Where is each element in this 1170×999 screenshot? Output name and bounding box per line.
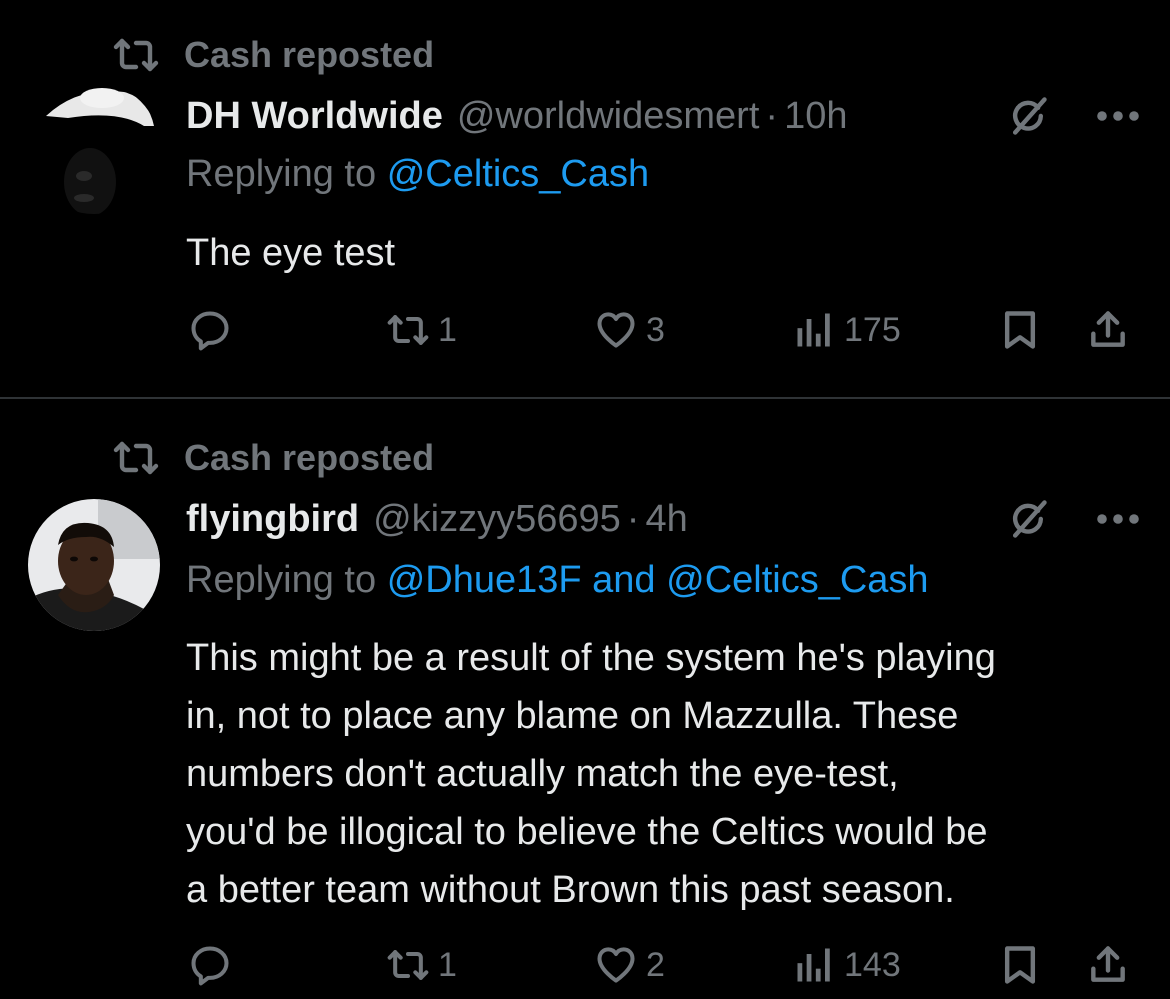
repost-button[interactable]: 1: [386, 943, 457, 987]
action-bar: 1 3 175: [186, 308, 1140, 358]
bookmark-icon: [1004, 946, 1036, 984]
bookmark-button[interactable]: [998, 943, 1042, 987]
repost-count: 1: [438, 310, 457, 349]
repost-label: Cash reposted: [184, 437, 435, 478]
views-button[interactable]: 175: [792, 308, 901, 352]
repost-icon: [387, 315, 429, 345]
tweet-text-line: you'd be illogical to believe the Celtic…: [186, 811, 988, 853]
user-handle[interactable]: @kizzyy56695: [373, 498, 621, 541]
heart-icon: [597, 947, 635, 983]
tweet-header: flyingbird @kizzyy56695 · 4h: [186, 497, 1140, 541]
share-icon: [1091, 946, 1125, 982]
replying-to: Replying to @Dhue13F and @Celtics_Cash: [186, 559, 929, 602]
like-button[interactable]: 3: [594, 308, 665, 352]
timestamp[interactable]: 10h: [784, 95, 847, 138]
repost-icon: [113, 38, 159, 72]
like-count: 3: [646, 310, 665, 349]
repost-context: Cash reposted: [112, 34, 434, 76]
user-handle[interactable]: @worldwidesmert: [457, 95, 760, 138]
like-button[interactable]: 2: [594, 943, 665, 987]
bookmark-button[interactable]: [998, 308, 1042, 352]
tweet-text-line: This might be a result of the system he'…: [186, 637, 996, 679]
replying-prefix: Replying to: [186, 559, 377, 601]
tweet-header: DH Worldwide @worldwidesmert · 10h: [186, 94, 1140, 138]
tweet-text-line: in, not to place any blame on Mazzulla. …: [186, 695, 959, 737]
avatar[interactable]: [28, 82, 160, 214]
tweet-text: The eye test: [186, 232, 396, 274]
repost-icon: [387, 950, 429, 980]
separator-dot: ·: [626, 497, 640, 540]
view-count: 175: [844, 310, 901, 349]
reply-button[interactable]: [188, 943, 232, 987]
repost-context: Cash reposted: [112, 437, 434, 479]
grok-icon[interactable]: [1006, 94, 1050, 138]
mention-link[interactable]: @Dhue13F: [387, 559, 582, 601]
tweet-text-line: numbers don't actually match the eye-tes…: [186, 753, 899, 795]
reply-icon: [191, 946, 229, 986]
more-icon[interactable]: [1096, 509, 1140, 529]
tweet-text-line: a better team without Brown this past se…: [186, 869, 955, 911]
views-icon: [797, 948, 830, 982]
bookmark-icon: [1004, 311, 1036, 349]
timestamp[interactable]: 4h: [645, 498, 687, 541]
avatar[interactable]: [28, 499, 160, 631]
repost-button[interactable]: 1: [386, 308, 457, 352]
views-button[interactable]: 143: [792, 943, 901, 987]
separator-dot: ·: [765, 94, 779, 137]
repost-label: Cash reposted: [184, 34, 435, 75]
more-icon[interactable]: [1096, 106, 1140, 126]
views-icon: [797, 313, 830, 347]
reply-icon: [191, 311, 229, 351]
replying-prefix: Replying to: [186, 153, 377, 195]
display-name[interactable]: flyingbird: [186, 498, 359, 541]
share-button[interactable]: [1086, 943, 1130, 987]
repost-count: 1: [438, 945, 457, 984]
tweet[interactable]: Cash reposted flyingbird @kizzyy56695 · …: [0, 399, 1170, 999]
action-bar: 1 2 143: [186, 943, 1140, 993]
mention-link[interactable]: @Celtics_Cash: [666, 559, 928, 601]
mention-link[interactable]: @Celtics_Cash: [387, 153, 649, 195]
display-name[interactable]: DH Worldwide: [186, 95, 443, 138]
view-count: 143: [844, 945, 901, 984]
repost-icon: [113, 441, 159, 475]
replying-to: Replying to @Celtics_Cash: [186, 153, 649, 196]
share-button[interactable]: [1086, 308, 1130, 352]
mention-joiner: and: [592, 559, 656, 601]
heart-icon: [597, 312, 635, 348]
grok-icon[interactable]: [1006, 497, 1050, 541]
tweet-text: This might be a result of the system he'…: [186, 629, 1156, 919]
like-count: 2: [646, 945, 665, 984]
share-icon: [1091, 311, 1125, 347]
tweet[interactable]: Cash reposted DH Worldwide @worldwidesme…: [0, 0, 1170, 399]
reply-button[interactable]: [188, 308, 232, 352]
